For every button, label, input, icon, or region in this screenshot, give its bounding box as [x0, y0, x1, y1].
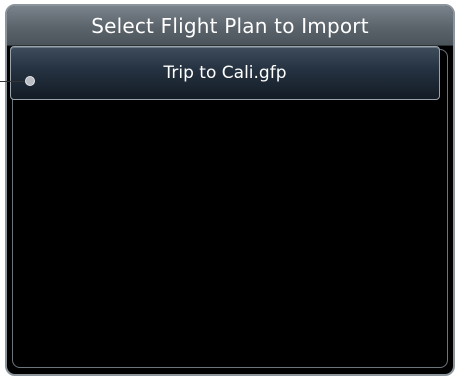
dialog-title: Select Flight Plan to Import — [91, 13, 369, 38]
callout-pointer-icon — [25, 76, 35, 86]
callout-leader-line — [0, 81, 26, 82]
flight-plan-list-item[interactable]: Trip to Cali.gfp — [10, 46, 440, 100]
dialog-title-bar: Select Flight Plan to Import — [7, 6, 453, 46]
flight-plan-file-name: Trip to Cali.gfp — [163, 63, 287, 83]
